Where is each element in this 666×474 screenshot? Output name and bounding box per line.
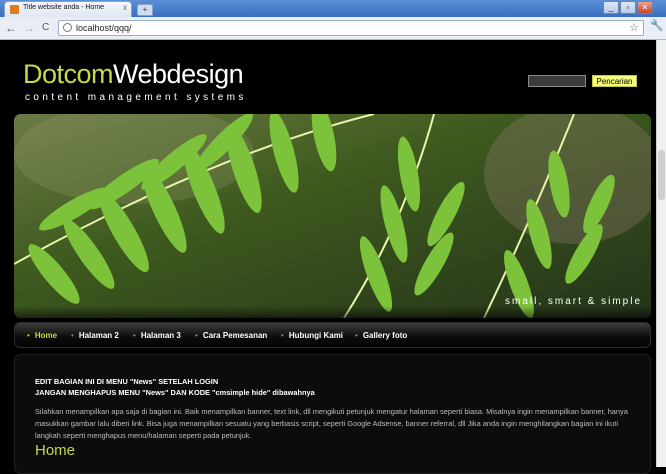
menu-label: Halaman 2 [78, 331, 119, 340]
wrench-menu-icon[interactable]: 🔧 [650, 19, 664, 32]
menu-item-hubungi-kami[interactable]: • Hubungi Kami [281, 331, 343, 340]
menu-item-halaman-2[interactable]: • Halaman 2 [71, 331, 119, 340]
menu-item-gallery-foto[interactable]: • Gallery foto [355, 331, 407, 340]
menu-label: Gallery foto [362, 331, 408, 340]
page-icon [63, 23, 72, 32]
scrollbar-thumb[interactable] [658, 150, 665, 200]
banner-motto: small, smart & simple [504, 296, 642, 307]
back-button[interactable]: ← [5, 21, 17, 35]
bookmark-star-icon[interactable]: ☆ [629, 21, 639, 34]
new-tab-button[interactable]: + [137, 4, 153, 16]
menu-label: Hubungi Kami [288, 331, 344, 340]
minimize-button[interactable]: _ [603, 1, 619, 14]
tab-title: Title website anda - Home [23, 4, 105, 11]
notice-line-1: EDIT BAGIAN INI DI MENU "News" SETELAH L… [35, 377, 219, 386]
fern-banner-image [14, 114, 651, 318]
menu-item-halaman-3[interactable]: • Halaman 3 [133, 331, 181, 340]
bullet-icon: • [133, 331, 136, 340]
browser-tab[interactable]: Title website anda - Home x [4, 1, 132, 17]
notice-line-2: JANGAN MENGHAPUS MENU "News" DAN KODE "c… [35, 388, 315, 397]
menu-label: Halaman 3 [140, 331, 181, 340]
url-text[interactable]: localhost/qqq/ [76, 23, 132, 33]
tab-close-icon[interactable]: x [123, 3, 127, 12]
browser-toolbar: ← → C localhost/qqq/ ☆ [0, 17, 666, 40]
address-bar[interactable]: localhost/qqq/ ☆ [58, 20, 644, 36]
page-scrollbar[interactable] [656, 40, 666, 467]
menu-item-cara-pemesanan[interactable]: • Cara Pemesanan [195, 331, 267, 340]
main-menu: • Home • Halaman 2 • Halaman 3 • Cara Pemesa… [14, 322, 651, 348]
close-window-button[interactable]: ✕ [637, 1, 653, 14]
menu-label: Cara Pemesanan [202, 331, 268, 340]
search-button[interactable]: Pencarian [592, 75, 637, 87]
bullet-icon: • [71, 331, 74, 340]
logo-part-dotcom: Dotcom [23, 59, 114, 89]
menu-label: Home [34, 331, 58, 340]
favicon-icon [10, 5, 19, 14]
header-banner: small, smart & simple [14, 114, 651, 318]
menu-item-home[interactable]: • Home [27, 331, 57, 340]
content-paragraph: Silahkan menampilkan apa saja di bagian … [35, 407, 628, 440]
forward-button[interactable]: → [23, 21, 35, 35]
search-input[interactable] [528, 75, 586, 87]
site-tagline: content management systems [25, 92, 247, 103]
logo-part-webdesign: Webdesign [113, 59, 244, 89]
maximize-button[interactable]: ▫ [620, 1, 636, 14]
bullet-icon: • [27, 331, 30, 340]
site-logo[interactable]: DotcomWebdesign [23, 56, 244, 92]
reload-button[interactable]: C [42, 22, 49, 33]
bullet-icon: • [195, 331, 198, 340]
bullet-icon: • [355, 331, 358, 340]
window-titlebar: Title website anda - Home x + _ ▫ ✕ [0, 0, 666, 17]
bullet-icon: • [281, 331, 284, 340]
page-heading: Home [35, 442, 76, 459]
